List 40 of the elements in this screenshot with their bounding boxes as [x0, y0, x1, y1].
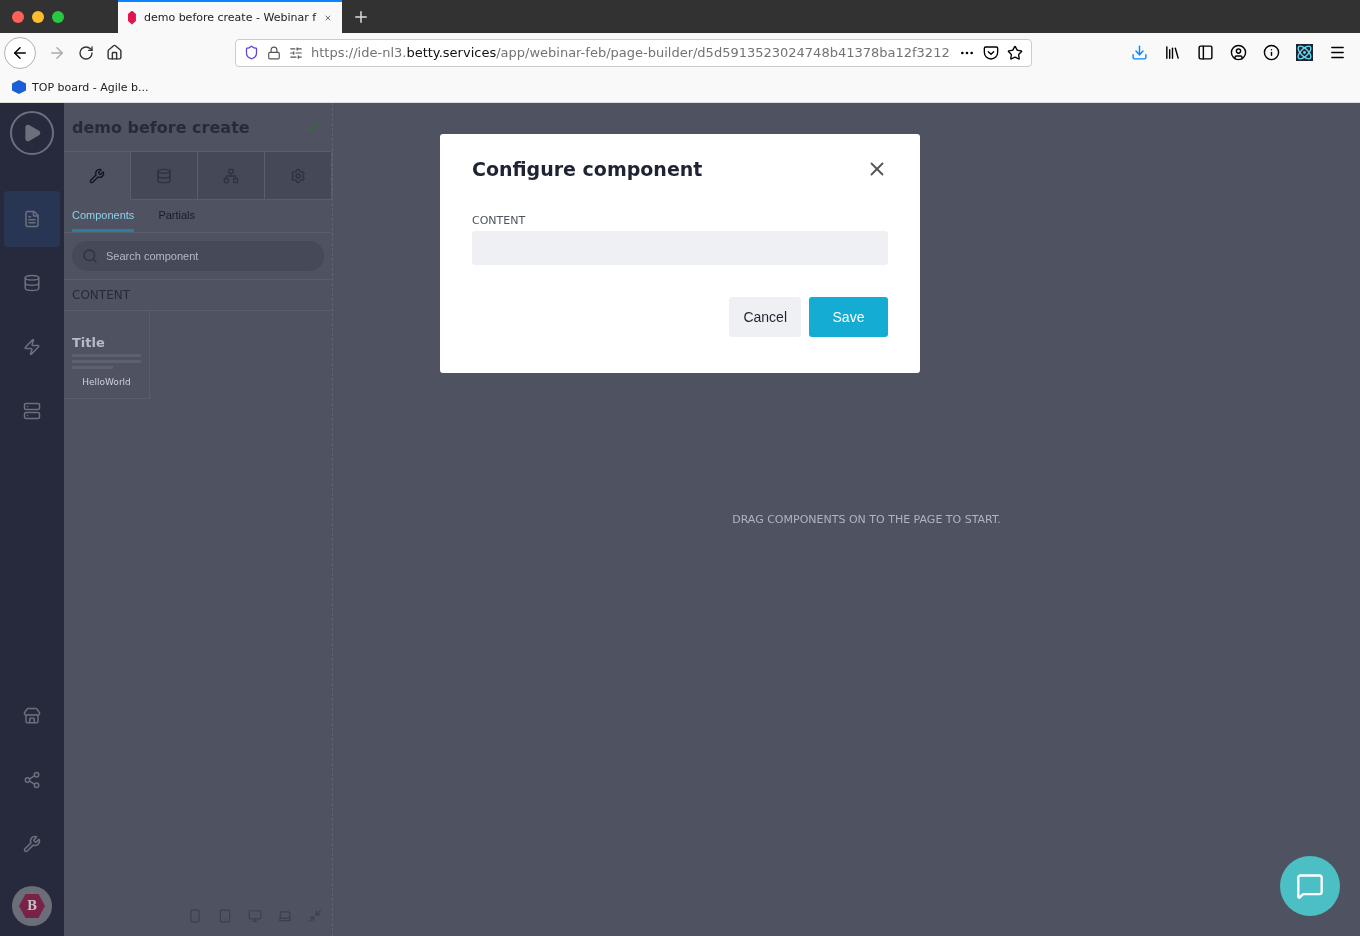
- play-button[interactable]: [10, 111, 54, 155]
- browser-tab[interactable]: demo before create - Webinar f: [118, 0, 342, 33]
- panel-tab[interactable]: Components: [72, 200, 135, 232]
- play-icon: [22, 123, 42, 143]
- library-icon[interactable]: [1164, 44, 1181, 61]
- chat-icon: [1296, 872, 1324, 900]
- account-icon[interactable]: [1230, 44, 1247, 61]
- site-logo-icon: [128, 10, 136, 25]
- download-icon[interactable]: [1131, 44, 1148, 61]
- reload-button[interactable]: [78, 44, 94, 61]
- address-bar[interactable]: https://ide-nl3.betty.services/app/webinar-feb/page-builder/d5d5913523024748b41378ba12f3212: [235, 38, 1032, 67]
- close-window-button[interactable]: [12, 10, 24, 23]
- settings-icon[interactable]: [265, 152, 332, 200]
- sidebar-icon[interactable]: [1197, 44, 1214, 61]
- page-icon[interactable]: [4, 191, 60, 247]
- search-field[interactable]: Search component: [72, 241, 324, 271]
- component-name: HelloWorld: [81, 377, 132, 387]
- menu-icon[interactable]: [1329, 44, 1346, 61]
- database-icon[interactable]: [131, 152, 198, 200]
- dialog-title: Configure component: [472, 158, 703, 180]
- cancel-button[interactable]: Cancel: [729, 297, 801, 337]
- minimize-window-button[interactable]: [32, 10, 44, 23]
- bookmark-link[interactable]: TOP board - Agile b...: [12, 80, 149, 94]
- profile-button[interactable]: B: [12, 886, 52, 926]
- back-button[interactable]: [4, 36, 36, 69]
- pocket-icon[interactable]: [983, 44, 999, 61]
- component-card[interactable]: Title HelloWorld: [64, 311, 150, 399]
- atom-icon[interactable]: [1296, 44, 1313, 61]
- permissions-icon: [289, 45, 303, 60]
- maximize-window-button[interactable]: [52, 10, 64, 23]
- bookmark-star-icon[interactable]: [1007, 44, 1023, 61]
- field-label: CONTENT: [472, 214, 527, 227]
- home-button[interactable]: [106, 44, 123, 61]
- sitemap-icon[interactable]: [198, 152, 265, 200]
- canvas-hint: DRAG COMPONENTS ON TO THE PAGE TO START.: [732, 513, 1001, 526]
- info-icon[interactable]: [1263, 44, 1280, 61]
- lock-icon: [267, 45, 281, 60]
- preview-title: Title: [72, 335, 106, 350]
- shield-icon: [244, 45, 259, 60]
- search-icon: [82, 248, 98, 264]
